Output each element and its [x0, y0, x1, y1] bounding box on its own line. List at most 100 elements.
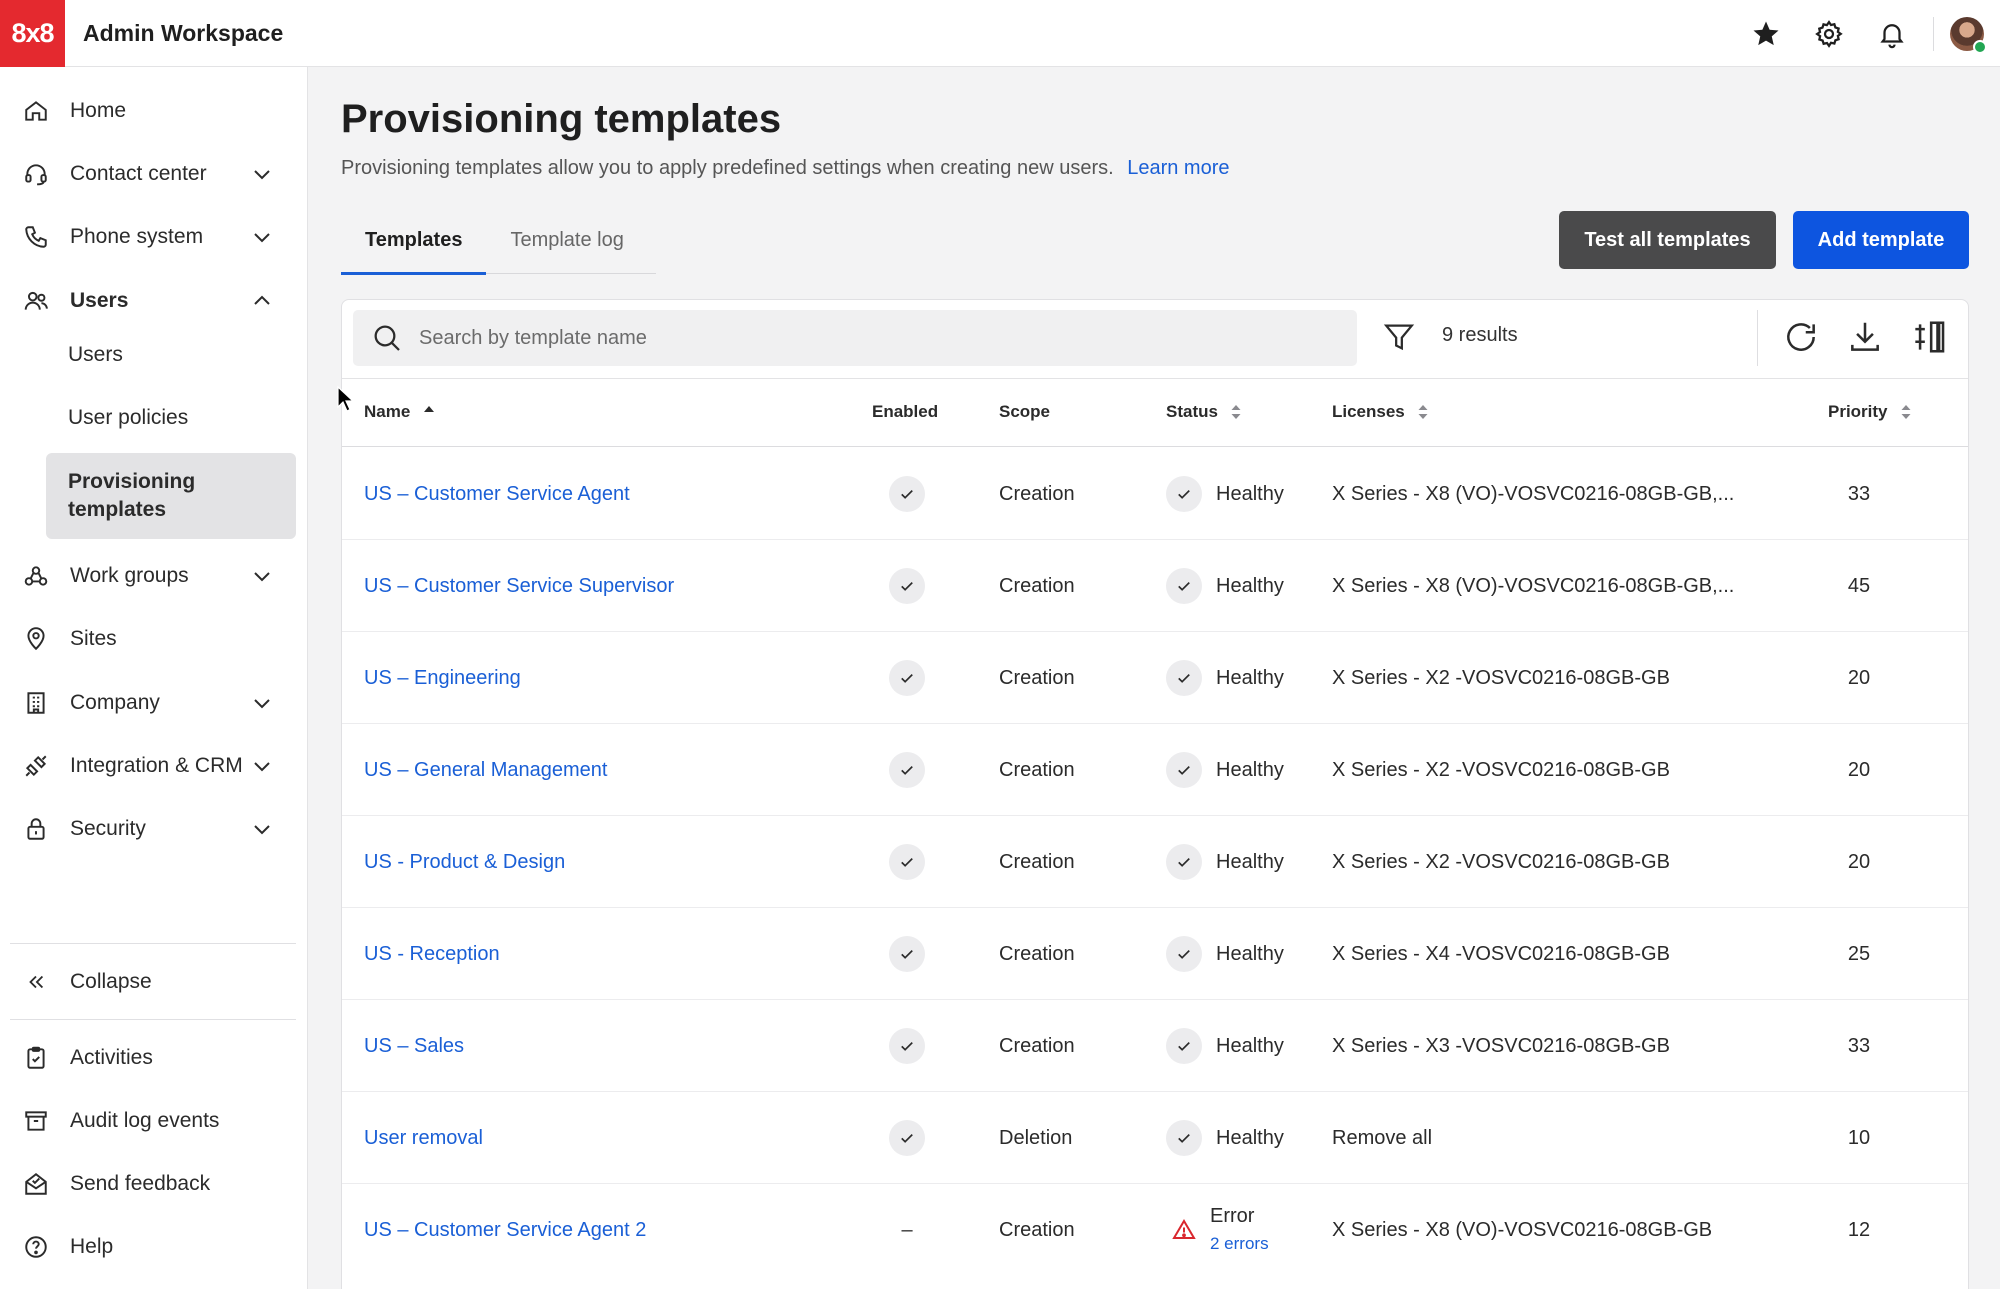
status-cell: Healthy: [1166, 908, 1284, 1000]
sidebar-item-help[interactable]: Help: [10, 1223, 298, 1271]
template-name-link[interactable]: US – General Management: [364, 724, 607, 816]
bell-icon[interactable]: [1860, 0, 1923, 67]
template-name-link[interactable]: US – Customer Service Supervisor: [364, 540, 674, 632]
column-header-status[interactable]: Status: [1166, 402, 1242, 422]
check-icon: [889, 568, 925, 604]
template-name-link[interactable]: US – Customer Service Agent 2: [364, 1184, 646, 1276]
tab-templates[interactable]: Templates: [341, 207, 487, 275]
enabled-cell: [889, 816, 925, 908]
sidebar-item-label: Activities: [70, 1046, 153, 1069]
sidebar: Home Contact center Phone system Users U…: [0, 67, 308, 1289]
sidebar-item-integration-crm[interactable]: Integration & CRM: [10, 742, 298, 790]
status-cell: Healthy: [1166, 816, 1284, 908]
table-row[interactable]: US - Reception Creation Healthy X Series - …: [342, 908, 1968, 1000]
status-text: Healthy: [1216, 482, 1284, 505]
table-header: Name Enabled Scope Status Licenses Prior…: [342, 379, 1968, 447]
sidebar-item-security[interactable]: Security: [10, 805, 298, 853]
sidebar-item-contact-center[interactable]: Contact center: [10, 150, 298, 198]
download-icon[interactable]: [1846, 318, 1884, 356]
scope-cell: Creation: [999, 1034, 1075, 1057]
main-content: Provisioning templates Provisioning temp…: [309, 67, 2000, 1289]
sidebar-item-phone-system[interactable]: Phone system: [10, 213, 298, 261]
collapse-button[interactable]: Collapse: [10, 958, 298, 1006]
license-cell: X Series - X2 -VOSVC0216-08GB-GB: [1332, 850, 1670, 873]
sidebar-item-label: Phone system: [70, 225, 204, 248]
check-icon: [1166, 476, 1202, 512]
column-header-licenses[interactable]: Licenses: [1332, 402, 1429, 422]
enabled-cell: [889, 1092, 925, 1184]
priority-cell: 20: [1847, 666, 1871, 689]
lock-icon: [22, 815, 50, 843]
license-cell: X Series - X3 -VOSVC0216-08GB-GB: [1332, 1034, 1670, 1057]
location-pin-icon: [22, 625, 50, 653]
license-cell: X Series - X8 (VO)-VOSVC0216-08GB-GB,...: [1332, 574, 1735, 597]
check-icon: [889, 1120, 925, 1156]
sidebar-subitem-provisioning-templates[interactable]: Provisioning templates: [46, 453, 296, 539]
description-text: Provisioning templates allow you to appl…: [341, 157, 1114, 179]
priority-cell: 33: [1847, 1034, 1871, 1057]
template-name-link[interactable]: US - Product & Design: [364, 816, 565, 908]
column-header-label: Licenses: [1332, 402, 1405, 421]
sidebar-item-label: Work groups: [70, 564, 189, 587]
enabled-cell: [889, 540, 925, 632]
scope-cell: Creation: [999, 574, 1075, 597]
filter-icon[interactable]: [1382, 320, 1416, 354]
sidebar-item-label: Send feedback: [70, 1172, 211, 1195]
error-details-link[interactable]: 2 errors: [1210, 1230, 1269, 1258]
status-cell: Healthy: [1166, 724, 1284, 816]
sidebar-item-label: Home: [70, 99, 127, 122]
template-name-link[interactable]: US – Sales: [364, 1000, 464, 1092]
priority-cell: 20: [1847, 758, 1871, 781]
mouse-cursor: [336, 385, 356, 413]
column-header-priority[interactable]: Priority: [1828, 402, 1912, 422]
table-row[interactable]: US – Customer Service Supervisor Creation…: [342, 540, 1968, 632]
sidebar-item-label: Users: [70, 289, 129, 312]
table-row[interactable]: US – General Management Creation Healthy X …: [342, 724, 1968, 816]
priority-cell: 10: [1847, 1126, 1871, 1149]
sidebar-item-sites[interactable]: Sites: [10, 615, 298, 663]
license-cell: X Series - X4 -VOSVC0216-08GB-GB: [1332, 942, 1670, 965]
top-actions: [1734, 0, 2000, 67]
test-all-templates-button[interactable]: Test all templates: [1559, 211, 1776, 269]
home-icon: [22, 97, 50, 125]
status-text: Healthy: [1216, 574, 1284, 597]
sidebar-item-company[interactable]: Company: [10, 679, 298, 727]
table-row[interactable]: User removal Deletion Healthy Remove all 10: [342, 1092, 1968, 1184]
gear-icon[interactable]: [1797, 0, 1860, 67]
sidebar-item-users[interactable]: Users: [10, 277, 298, 325]
avatar[interactable]: [1950, 16, 1987, 54]
column-header-name[interactable]: Name: [364, 402, 436, 422]
tab-template-log[interactable]: Template log: [486, 207, 647, 274]
search-input[interactable]: Search by template name: [353, 310, 1357, 366]
template-name-link[interactable]: US – Engineering: [364, 632, 521, 724]
sidebar-item-activities[interactable]: Activities: [10, 1034, 298, 1082]
refresh-icon[interactable]: [1782, 318, 1820, 356]
sidebar-item-label: Security: [70, 817, 146, 840]
template-name-link[interactable]: User removal: [364, 1092, 483, 1184]
star-icon[interactable]: [1734, 0, 1797, 67]
sidebar-subitem-user-policies[interactable]: User policies: [46, 394, 296, 442]
column-header-scope: Scope: [999, 402, 1050, 422]
status-cell: Healthy: [1166, 448, 1284, 540]
priority-cell: 45: [1847, 574, 1871, 597]
enabled-cell: –: [889, 1184, 925, 1276]
table-row[interactable]: US - Product & Design Creation Healthy X Se…: [342, 816, 1968, 908]
table-row[interactable]: US – Customer Service Agent Creation Healt…: [342, 448, 1968, 540]
learn-more-link[interactable]: Learn more: [1127, 157, 1229, 179]
add-template-button[interactable]: Add template: [1793, 211, 1969, 269]
sidebar-item-audit-log[interactable]: Audit log events: [10, 1097, 298, 1145]
table-row[interactable]: US – Sales Creation Healthy X Series - X3 -…: [342, 1000, 1968, 1092]
status-cell: Healthy: [1166, 632, 1284, 724]
templates-table-card: Search by template name 9 results Name E…: [341, 299, 1969, 1289]
template-name-link[interactable]: US – Customer Service Agent: [364, 448, 630, 540]
column-settings-icon[interactable]: [1909, 318, 1947, 356]
status-text: Healthy: [1216, 666, 1284, 689]
sidebar-item-home[interactable]: Home: [10, 87, 298, 135]
template-name-link[interactable]: US - Reception: [364, 908, 500, 1000]
table-row[interactable]: US – Engineering Creation Healthy X Series …: [342, 632, 1968, 724]
sidebar-item-send-feedback[interactable]: Send feedback: [10, 1160, 298, 1208]
sidebar-item-work-groups[interactable]: Work groups: [10, 552, 298, 600]
table-row[interactable]: US – Customer Service Agent 2 – Creation Er…: [342, 1184, 1968, 1276]
sidebar-subitem-users[interactable]: Users: [46, 331, 296, 379]
brand-logo[interactable]: 8x8: [0, 0, 65, 67]
